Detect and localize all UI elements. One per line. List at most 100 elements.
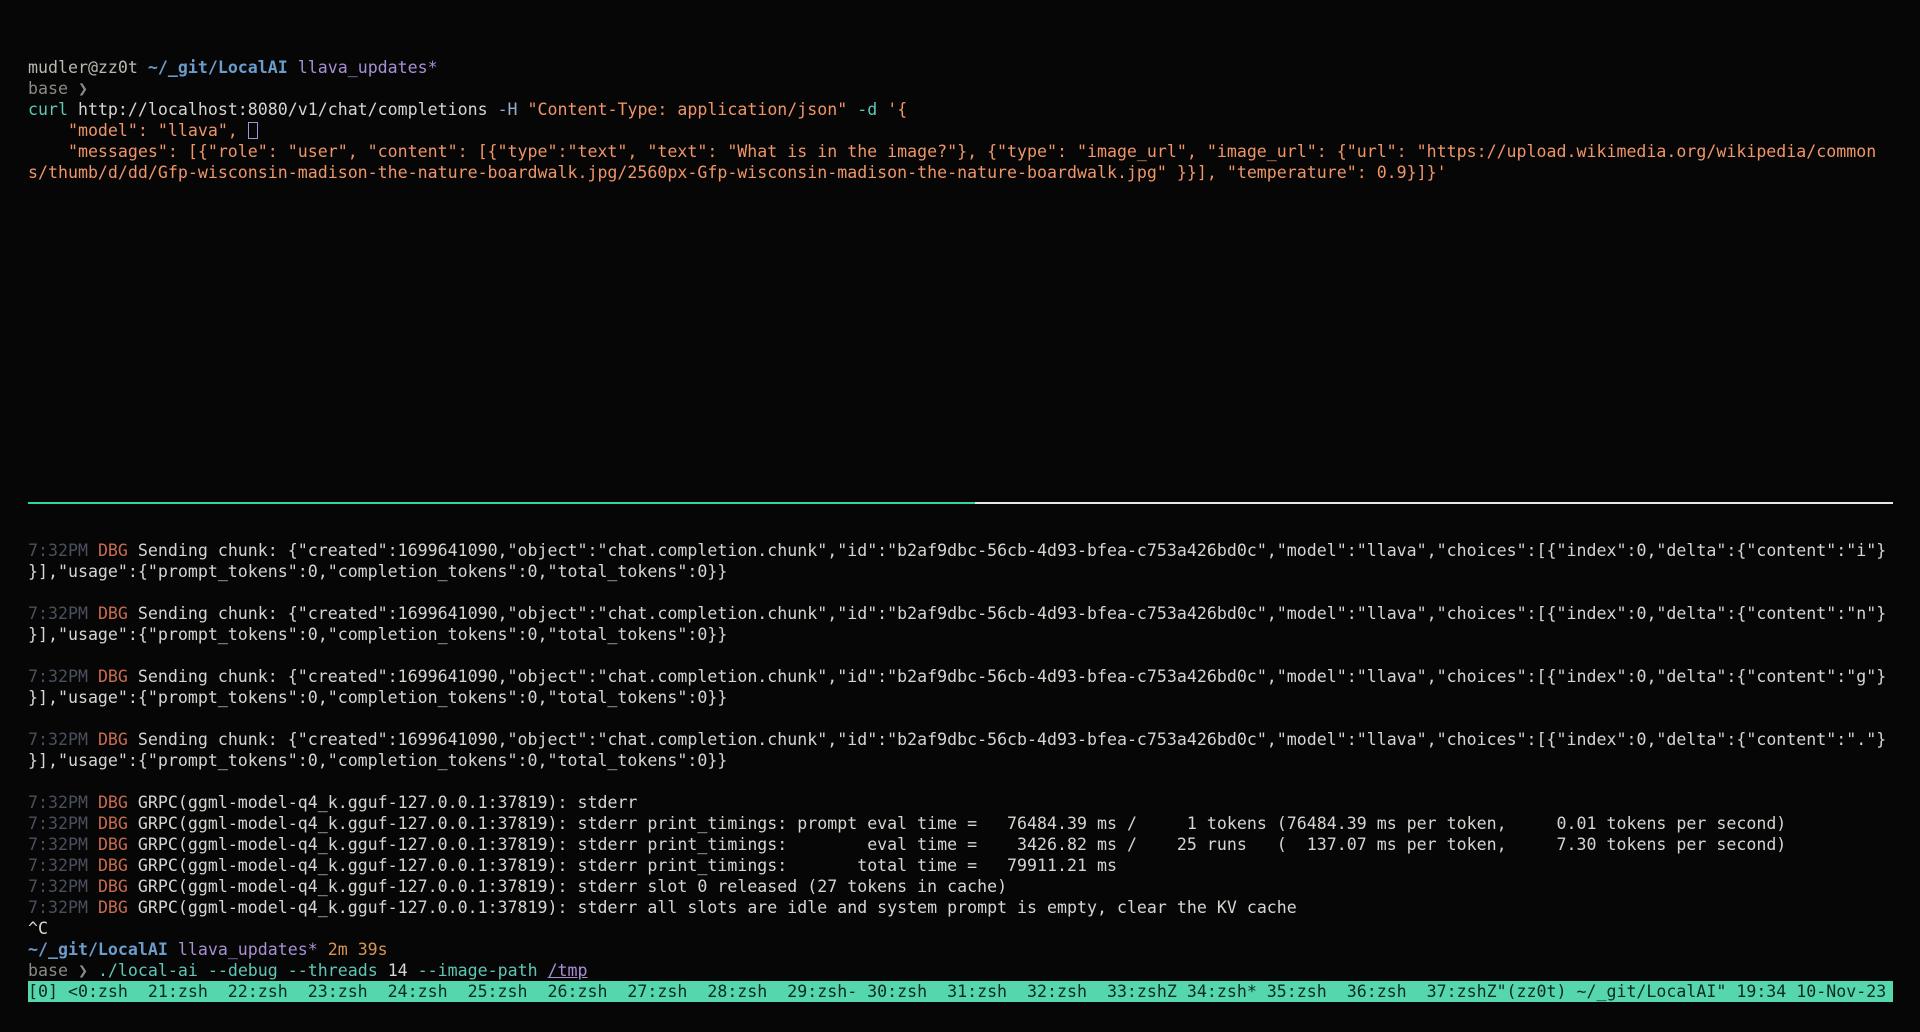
url-argument: http://localhost:8080/v1/chat/completion… [68,100,498,119]
log-block: 7:32PM DBG Sending chunk: {"created":169… [28,540,1886,981]
text-run [877,100,887,119]
log-grpc-prompt-eval: 7:32PM DBG GRPC(ggml-model-q4_k.gguf-127… [28,813,1886,834]
flag-threads: --threads [288,961,378,980]
timestamp: 7:32PM [28,814,98,833]
json-url-wrap-line: s/thumb/d/dd/Gfp-wisconsin-madison-the-n… [28,162,1876,183]
log-chunk-2: 7:32PM DBG Sending chunk: {"created":169… [28,603,1886,624]
log-chunk-3-wrap: }],"usage":{"prompt_tokens":0,"completio… [28,687,1886,708]
pane-divider-inactive-segment [975,502,1893,504]
text-run [538,961,548,980]
cwd-path: ~/_git/LocalAI [28,940,168,959]
prompt-line-after: ~/_git/LocalAI llava_updates* 2m 39s [28,939,1886,960]
header-value: "Content-Type: application/json" [528,100,848,119]
timestamp: 7:32PM [28,541,98,560]
timestamp: 7:32PM [28,856,98,875]
timestamp: 7:32PM [28,835,98,854]
blank-line [28,771,1886,792]
image-path-value: /tmp [548,961,588,980]
timestamp: 7:32PM [28,793,98,812]
log-level: DBG [98,835,138,854]
log-chunk-4-wrap: }],"usage":{"prompt_tokens":0,"completio… [28,750,1886,771]
prompt-line-user: mudler@zz0t ~/_git/LocalAI llava_updates… [28,57,1876,78]
log-grpc-stderr: 7:32PM DBG GRPC(ggml-model-q4_k.gguf-127… [28,792,1886,813]
log-message: }],"usage":{"prompt_tokens":0,"completio… [28,688,727,707]
prompt-symbol: base ❯ [28,79,88,98]
log-level: DBG [98,793,138,812]
log-grpc-slot-released: 7:32PM DBG GRPC(ggml-model-q4_k.gguf-127… [28,876,1886,897]
log-level: DBG [98,541,138,560]
sigint-indicator: ^C [28,919,48,938]
json-messages-field: "messages": [{"role": "user", "content":… [28,142,1876,161]
flag-image-path: --image-path [418,961,538,980]
log-message: Sending chunk: {"created":1699641090,"ob… [138,730,1886,749]
blank-line [28,582,1886,603]
timestamp: 7:32PM [28,604,98,623]
text-run [278,961,288,980]
text-run [518,100,528,119]
text-run [198,961,208,980]
blank-line [28,708,1886,729]
sigint-line: ^C [28,918,1886,939]
top-block: mudler@zz0t ~/_git/LocalAI llava_updates… [28,57,1876,183]
log-grpc-total: 7:32PM DBG GRPC(ggml-model-q4_k.gguf-127… [28,855,1886,876]
pane-divider-active-segment [28,502,975,504]
log-message: Sending chunk: {"created":1699641090,"ob… [138,604,1886,623]
timestamp: 7:32PM [28,898,98,917]
flag-data: -d [857,100,877,119]
flag-debug: --debug [208,961,278,980]
command-name: curl [28,100,68,119]
log-level: DBG [98,898,138,917]
log-chunk-2-wrap: }],"usage":{"prompt_tokens":0,"completio… [28,624,1886,645]
command-duration: 2m 39s [318,940,388,959]
timestamp: 7:32PM [28,667,98,686]
tmux-status-bar[interactable]: [0] <0:zsh 21:zsh 22:zsh 23:zsh 24:zsh 2… [28,981,1893,1002]
tmux-status-text: [0] <0:zsh 21:zsh 22:zsh 23:zsh 24:zsh 2… [28,982,1886,1001]
log-level: DBG [98,856,138,875]
prompt-symbol: base ❯ [28,961,98,980]
text-run [847,100,857,119]
log-grpc-slots-idle: 7:32PM DBG GRPC(ggml-model-q4_k.gguf-127… [28,897,1886,918]
log-level: DBG [98,877,138,896]
command-name: ./local-ai [98,961,198,980]
log-message: GRPC(ggml-model-q4_k.gguf-127.0.0.1:3781… [138,856,1117,875]
log-chunk-1: 7:32PM DBG Sending chunk: {"created":169… [28,540,1886,561]
log-grpc-eval: 7:32PM DBG GRPC(ggml-model-q4_k.gguf-127… [28,834,1886,855]
timestamp: 7:32PM [28,730,98,749]
command-line-localai: base ❯ ./local-ai --debug --threads 14 -… [28,960,1886,981]
log-level: DBG [98,604,138,623]
pane-divider[interactable] [28,502,1893,504]
log-message: }],"usage":{"prompt_tokens":0,"completio… [28,751,727,770]
json-body-start: '{ [887,100,907,119]
json-model-field: "model": "llava", [28,121,248,140]
blank-line [28,645,1886,666]
log-message: GRPC(ggml-model-q4_k.gguf-127.0.0.1:3781… [138,898,1297,917]
command-line-curl: curl http://localhost:8080/v1/chat/compl… [28,99,1876,120]
log-message: GRPC(ggml-model-q4_k.gguf-127.0.0.1:3781… [138,835,1786,854]
prompt-line-base: base ❯ [28,78,1876,99]
log-message: Sending chunk: {"created":1699641090,"ob… [138,667,1886,686]
log-message: }],"usage":{"prompt_tokens":0,"completio… [28,625,727,644]
cwd-path: ~/_git/LocalAI [148,58,288,77]
log-level: DBG [98,814,138,833]
git-branch: llava_updates* [288,58,438,77]
log-message: }],"usage":{"prompt_tokens":0,"completio… [28,562,727,581]
log-chunk-3: 7:32PM DBG Sending chunk: {"created":169… [28,666,1886,687]
json-url-wrap: s/thumb/d/dd/Gfp-wisconsin-madison-the-n… [28,163,1447,182]
log-message: GRPC(ggml-model-q4_k.gguf-127.0.0.1:3781… [138,793,638,812]
terminal-cursor [248,122,258,139]
log-level: DBG [98,667,138,686]
terminal-screen[interactable]: mudler@zz0t ~/_git/LocalAI llava_updates… [0,0,1920,1032]
log-message: Sending chunk: {"created":1699641090,"ob… [138,541,1886,560]
json-messages-line: "messages": [{"role": "user", "content":… [28,141,1876,162]
log-message: GRPC(ggml-model-q4_k.gguf-127.0.0.1:3781… [138,814,1786,833]
log-level: DBG [98,730,138,749]
log-chunk-1-wrap: }],"usage":{"prompt_tokens":0,"completio… [28,561,1886,582]
log-message: GRPC(ggml-model-q4_k.gguf-127.0.0.1:3781… [138,877,1007,896]
log-chunk-4: 7:32PM DBG Sending chunk: {"created":169… [28,729,1886,750]
git-branch: llava_updates* [168,940,318,959]
timestamp: 7:32PM [28,877,98,896]
flag-header: -H [498,100,518,119]
json-model-line: "model": "llava", [28,120,1876,141]
threads-value: 14 [378,961,418,980]
user-host: mudler@zz0t [28,58,148,77]
